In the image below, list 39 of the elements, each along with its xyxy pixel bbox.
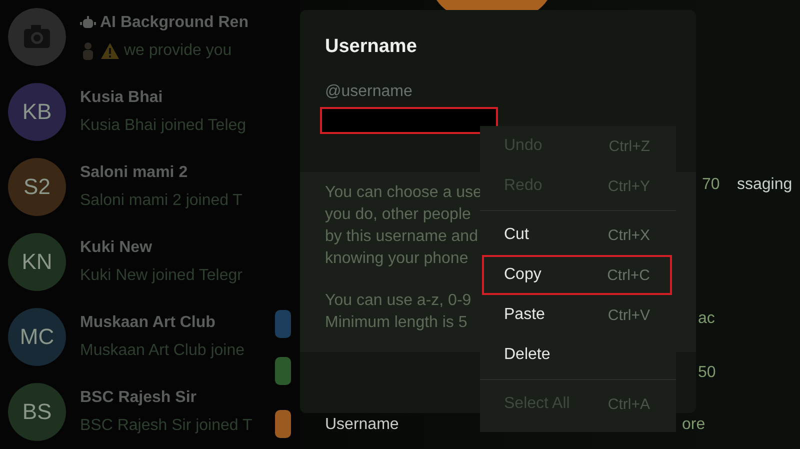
- avatar: KN: [8, 233, 66, 291]
- background-text: 50: [698, 364, 716, 382]
- avatar: MC: [8, 308, 66, 366]
- chat-name: AI Background Ren: [100, 14, 248, 32]
- person-icon: [80, 42, 96, 60]
- menu-item[interactable]: Cut Ctrl+X: [482, 215, 672, 255]
- chat-name: Muskaan Art Club: [80, 314, 216, 332]
- username-field[interactable]: @username: [325, 83, 525, 101]
- info-text: knowing your phone: [325, 249, 468, 269]
- robot-icon: [80, 16, 96, 30]
- menu-item[interactable]: Copy Ctrl+C: [482, 255, 672, 295]
- avatar: KB: [8, 83, 66, 141]
- menu-item[interactable]: Paste Ctrl+V: [482, 295, 672, 335]
- info-text: by this username and: [325, 227, 478, 247]
- avatar: BS: [8, 383, 66, 441]
- chat-name: Saloni mami 2: [80, 164, 188, 182]
- warning-icon: [100, 42, 120, 60]
- chat-preview: Kuki New joined Telegr: [80, 267, 242, 285]
- chat-name: Kusia Bhai: [80, 89, 163, 107]
- background-text: ac: [698, 310, 715, 328]
- dialog-title: Username: [325, 36, 418, 58]
- chat-name: BSC Rajesh Sir: [80, 389, 196, 407]
- menu-item[interactable]: Delete: [482, 335, 672, 375]
- chat-preview: we provide you: [124, 42, 232, 60]
- chat-preview: Saloni mami 2 joined T: [80, 192, 242, 210]
- avatar: S2: [8, 158, 66, 216]
- camera-avatar-icon: [8, 8, 66, 66]
- chat-preview: Muskaan Art Club joine: [80, 342, 245, 360]
- chat-name: Kuki New: [80, 239, 152, 257]
- chat-preview: BSC Rajesh Sir joined T: [80, 417, 252, 435]
- info-text: You can choose a use: [325, 183, 482, 203]
- background-text: 70: [702, 176, 720, 194]
- info-text: Minimum length is 5: [325, 313, 468, 333]
- info-text: you do, other people: [325, 205, 471, 225]
- background-text: ssaging: [737, 176, 792, 194]
- background-text: ore: [682, 416, 706, 434]
- chat-preview: Kusia Bhai joined Teleg: [80, 117, 246, 135]
- background-text: Username: [325, 416, 399, 434]
- info-text: You can use a-z, 0-9: [325, 291, 472, 311]
